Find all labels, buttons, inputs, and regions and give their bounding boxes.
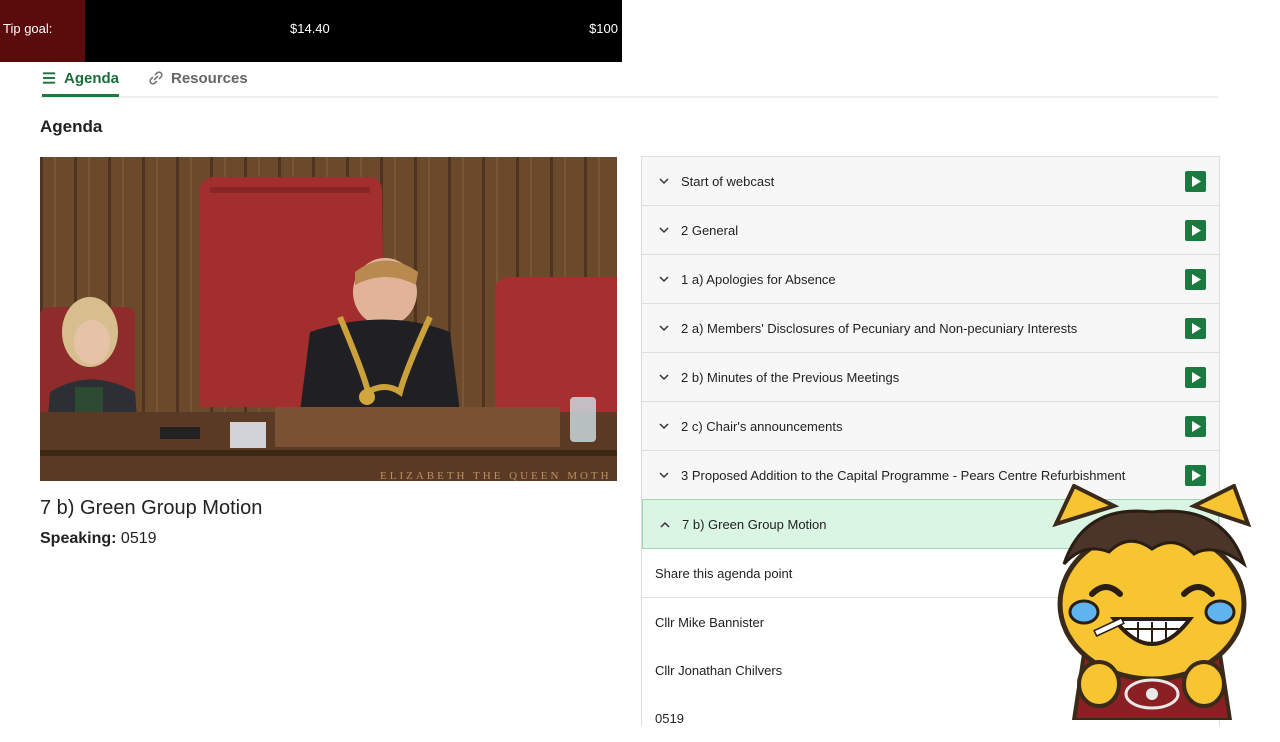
tip-goal-label: Tip goal:	[3, 21, 53, 36]
play-icon[interactable]	[1185, 220, 1206, 241]
agenda-item[interactable]: 2 c) Chair's announcements	[642, 401, 1219, 450]
chevron-down-icon	[659, 324, 671, 332]
agenda-item-label: 2 b) Minutes of the Previous Meetings	[681, 369, 900, 385]
agenda-item-label: 1 a) Apologies for Absence	[681, 271, 836, 287]
play-icon[interactable]	[1185, 171, 1206, 192]
section-title: Agenda	[40, 117, 103, 136]
play-icon[interactable]	[1185, 318, 1206, 339]
agenda-item[interactable]: 2 b) Minutes of the Previous Meetings	[642, 352, 1219, 401]
tip-goal-current: $14.40	[290, 21, 330, 36]
current-agenda-title: 7 b) Green Group Motion	[40, 497, 263, 519]
tab-resources-label: Resources	[171, 69, 248, 87]
video-player[interactable]: ELIZABETH THE QUEEN MOTH	[40, 157, 617, 481]
tab-agenda-label: Agenda	[63, 69, 119, 87]
tab-resources[interactable]: Resources	[148, 62, 248, 94]
speaking-value: 0519	[120, 530, 157, 547]
tip-goal-bar: Tip goal: $14.40 $100	[0, 0, 622, 62]
agenda-item-label: 2 c) Chair's announcements	[681, 418, 843, 434]
agenda-item-label: 7 b) Green Group Motion	[682, 516, 827, 532]
chevron-down-icon	[659, 373, 671, 381]
tip-goal-target: $100	[589, 21, 618, 36]
speaking-line: Speaking: 0519	[40, 530, 157, 548]
tab-agenda[interactable]: Agenda	[42, 62, 119, 97]
chevron-down-icon	[659, 471, 671, 479]
agenda-item[interactable]: 2 a) Members' Disclosures of Pecuniary a…	[642, 303, 1219, 352]
play-icon[interactable]	[1185, 416, 1206, 437]
agenda-item-label: 2 General	[681, 222, 739, 238]
video-frame: ELIZABETH THE QUEEN MOTH	[40, 157, 617, 481]
agenda-item-label: 2 a) Members' Disclosures of Pecuniary a…	[681, 320, 1078, 336]
play-icon[interactable]	[1185, 367, 1206, 388]
link-icon	[149, 71, 163, 85]
agenda-item-label: Start of webcast	[681, 173, 775, 189]
agenda-item[interactable]: 2 General	[642, 205, 1219, 254]
chevron-down-icon	[659, 422, 671, 430]
chevron-down-icon	[659, 226, 671, 234]
agenda-item-label: 3 Proposed Addition to the Capital Progr…	[681, 467, 1126, 483]
agenda-item[interactable]: Start of webcast	[642, 156, 1219, 205]
cat-mascot-image	[1044, 483, 1260, 722]
chevron-up-icon	[660, 521, 672, 528]
chevron-down-icon	[659, 177, 671, 185]
menu-icon	[42, 72, 56, 84]
speaking-label: Speaking:	[40, 530, 117, 547]
play-icon[interactable]	[1185, 465, 1206, 486]
tab-bar: Agenda Resources	[40, 62, 1218, 98]
play-icon[interactable]	[1185, 269, 1206, 290]
agenda-item[interactable]: 1 a) Apologies for Absence	[642, 254, 1219, 303]
chevron-down-icon	[659, 275, 671, 283]
video-caption: ELIZABETH THE QUEEN MOTH	[380, 470, 612, 481]
